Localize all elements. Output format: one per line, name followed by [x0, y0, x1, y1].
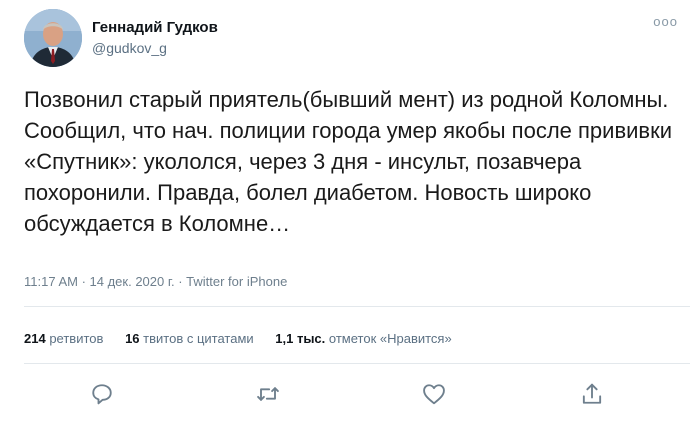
more-options-icon[interactable]: ooo	[653, 14, 678, 29]
quotes-count: 16	[125, 331, 140, 346]
author-handle[interactable]: @gudkov_g	[92, 40, 167, 56]
like-icon[interactable]	[420, 380, 448, 408]
author-name[interactable]: Геннадий Гудков	[92, 19, 218, 36]
avatar[interactable]	[24, 9, 82, 67]
divider	[24, 306, 690, 307]
quotes-label: твитов с цитатами	[143, 331, 254, 346]
likes-label: отметок «Нравится»	[328, 331, 452, 346]
retweet-icon[interactable]	[254, 380, 282, 408]
tweet-meta[interactable]: 11:17 AM · 14 дек. 2020 г. · Twitter for…	[24, 274, 287, 289]
share-icon[interactable]	[578, 380, 606, 408]
retweets-count: 214	[24, 331, 46, 346]
reply-icon[interactable]	[88, 380, 116, 408]
retweets-stat[interactable]: 214 ретвитов	[24, 331, 103, 346]
action-bar	[0, 380, 700, 416]
divider	[24, 363, 690, 364]
retweets-label: ретвитов	[49, 331, 104, 346]
quotes-stat[interactable]: 16 твитов с цитатами	[125, 331, 254, 346]
engagement-stats: 214 ретвитов 16 твитов с цитатами 1,1 ты…	[24, 331, 470, 346]
likes-stat[interactable]: 1,1 тыс. отметок «Нравится»	[275, 331, 451, 346]
tweet-text: Позвонил старый приятель(бывший мент) из…	[24, 87, 673, 236]
likes-count: 1,1 тыс.	[275, 331, 326, 346]
